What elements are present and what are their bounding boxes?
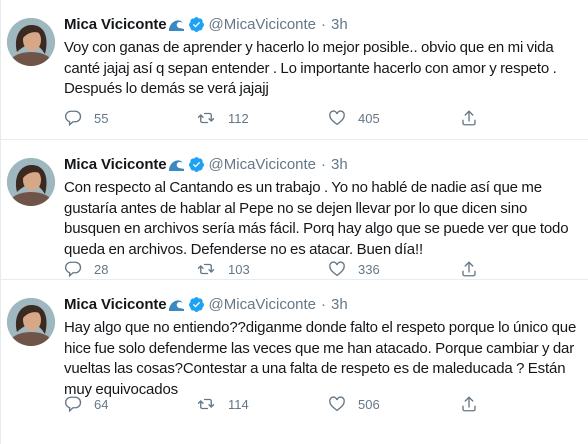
retweet-count: 103 — [228, 261, 250, 277]
reply-count: 64 — [94, 396, 109, 412]
retweet-icon — [197, 112, 215, 124]
separator-dot: · — [321, 15, 327, 33]
like-count: 506 — [358, 396, 380, 412]
tweet-actions: 55 112 405 — [64, 107, 482, 129]
tweet[interactable]: Mica Viciconte @MicaViciconte · 3h — [1, 0, 588, 140]
like-icon — [329, 261, 345, 277]
share-icon — [462, 110, 476, 126]
retweet-count: 112 — [228, 110, 249, 126]
reply-count: 55 — [94, 110, 109, 126]
like-count: 405 — [358, 110, 380, 126]
wave-emoji-icon — [168, 157, 185, 172]
tweet-actions: 64 114 506 — [64, 393, 482, 415]
share-button[interactable] — [460, 395, 482, 413]
tweet[interactable]: Mica Viciconte @MicaViciconte · 3h — [1, 280, 588, 444]
timestamp[interactable]: 3h — [331, 16, 348, 33]
share-button[interactable] — [460, 109, 482, 127]
reply-button[interactable]: 64 — [64, 395, 196, 413]
tweet-header: Mica Viciconte @MicaViciconte · 3h — [64, 13, 580, 35]
wave-emoji-icon — [168, 297, 185, 312]
tweet[interactable]: Mica Viciconte @MicaViciconte · 3h — [1, 140, 588, 280]
share-icon — [462, 396, 476, 412]
like-icon — [329, 110, 345, 126]
tweet-actions: 28 103 336 — [64, 258, 482, 280]
reply-icon — [64, 110, 82, 127]
wave-emoji-icon — [168, 17, 185, 32]
share-icon — [462, 261, 476, 277]
tweet-header: Mica Viciconte @MicaViciconte · 3h — [64, 153, 580, 175]
avatar[interactable] — [7, 298, 55, 346]
timestamp[interactable]: 3h — [331, 156, 348, 173]
tweet-feed: Mica Viciconte @MicaViciconte · 3h Voy c… — [0, 0, 588, 444]
retweet-icon — [197, 263, 215, 275]
like-count: 336 — [358, 261, 380, 277]
display-name[interactable]: Mica Viciconte — [64, 296, 167, 313]
display-name[interactable]: Mica Viciconte — [64, 16, 167, 33]
reply-icon — [64, 261, 82, 278]
user-handle[interactable]: @MicaViciconte — [209, 16, 317, 33]
like-button[interactable]: 336 — [328, 260, 460, 278]
retweet-button[interactable]: 112 — [196, 109, 328, 127]
share-button[interactable] — [460, 260, 482, 278]
timestamp[interactable]: 3h — [331, 296, 348, 313]
tweet-text: Con respecto al Cantando es un trabajo .… — [64, 179, 569, 258]
verified-badge-icon — [188, 156, 205, 173]
verified-badge-icon — [188, 16, 205, 33]
avatar[interactable] — [7, 158, 55, 206]
user-handle[interactable]: @MicaViciconte — [209, 156, 317, 173]
user-handle[interactable]: @MicaViciconte — [209, 296, 317, 313]
avatar[interactable] — [7, 18, 55, 66]
retweet-button[interactable]: 114 — [196, 395, 328, 413]
display-name[interactable]: Mica Viciconte — [64, 156, 167, 173]
separator-dot: · — [321, 155, 327, 173]
like-button[interactable]: 405 — [328, 109, 460, 127]
tweet-header: Mica Viciconte @MicaViciconte · 3h — [64, 293, 580, 315]
retweet-count: 114 — [228, 396, 249, 412]
like-icon — [329, 396, 345, 412]
reply-button[interactable]: 55 — [64, 109, 196, 127]
reply-count: 28 — [94, 261, 109, 277]
retweet-button[interactable]: 103 — [196, 260, 328, 278]
separator-dot: · — [321, 295, 327, 313]
reply-button[interactable]: 28 — [64, 260, 196, 278]
like-button[interactable]: 506 — [328, 395, 460, 413]
verified-badge-icon — [188, 296, 205, 313]
reply-icon — [64, 396, 82, 413]
tweet-text: Hay algo que no entiendo??diganme donde … — [64, 319, 577, 398]
tweet-text: Voy con ganas de aprender y hacerlo lo m… — [64, 39, 557, 97]
retweet-icon — [197, 398, 215, 410]
